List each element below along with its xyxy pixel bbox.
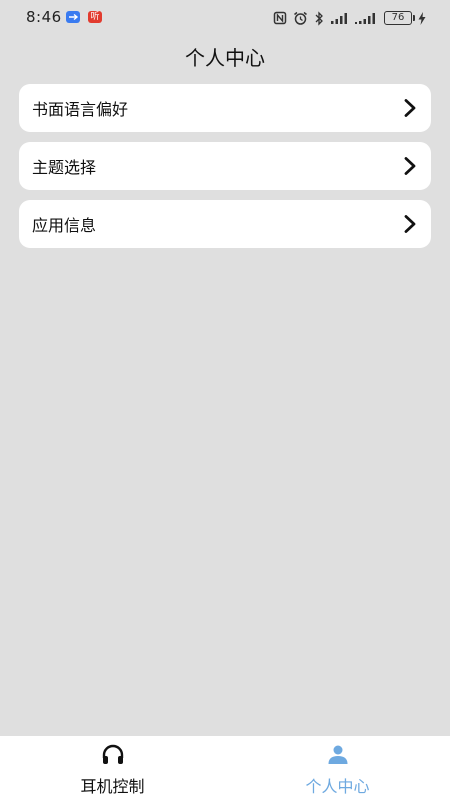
- person-icon: [326, 744, 350, 770]
- music-app-notification-icon: 听: [88, 11, 102, 23]
- tab-label: 个人中心: [305, 777, 370, 796]
- battery-indicator: 76: [384, 11, 415, 25]
- headphones-icon: [101, 744, 125, 770]
- system-status-icons: 76: [273, 9, 426, 27]
- menu-item-label: 主题选择: [32, 158, 97, 177]
- menu-item-theme-selection[interactable]: 主题选择: [19, 142, 431, 190]
- nfc-icon: [273, 11, 287, 25]
- bottom-nav: 耳机控制 个人中心: [0, 736, 450, 800]
- chevron-right-icon: [403, 98, 417, 118]
- signal-2-icon: [354, 12, 378, 24]
- menu-item-language-preference[interactable]: 书面语言偏好: [19, 84, 431, 132]
- bluetooth-icon: [314, 10, 324, 26]
- page-title: 个人中心: [185, 46, 265, 70]
- chevron-right-icon: [403, 214, 417, 234]
- tab-earphone-control[interactable]: 耳机控制: [0, 736, 225, 800]
- tab-personal-center[interactable]: 个人中心: [225, 736, 450, 800]
- charging-icon: [418, 11, 426, 25]
- alarm-icon: [293, 11, 308, 26]
- signal-icon: [330, 12, 348, 24]
- app-notification-icon: [66, 11, 80, 23]
- menu-item-app-info[interactable]: 应用信息: [19, 200, 431, 248]
- menu-item-label: 应用信息: [32, 216, 97, 235]
- tab-label: 耳机控制: [80, 777, 145, 796]
- menu-item-label: 书面语言偏好: [32, 100, 129, 119]
- settings-menu: 书面语言偏好 主题选择 应用信息: [19, 84, 431, 258]
- status-time: 8:46: [26, 8, 62, 26]
- chevron-right-icon: [403, 156, 417, 176]
- status-bar: 8:46 听 76: [0, 0, 450, 36]
